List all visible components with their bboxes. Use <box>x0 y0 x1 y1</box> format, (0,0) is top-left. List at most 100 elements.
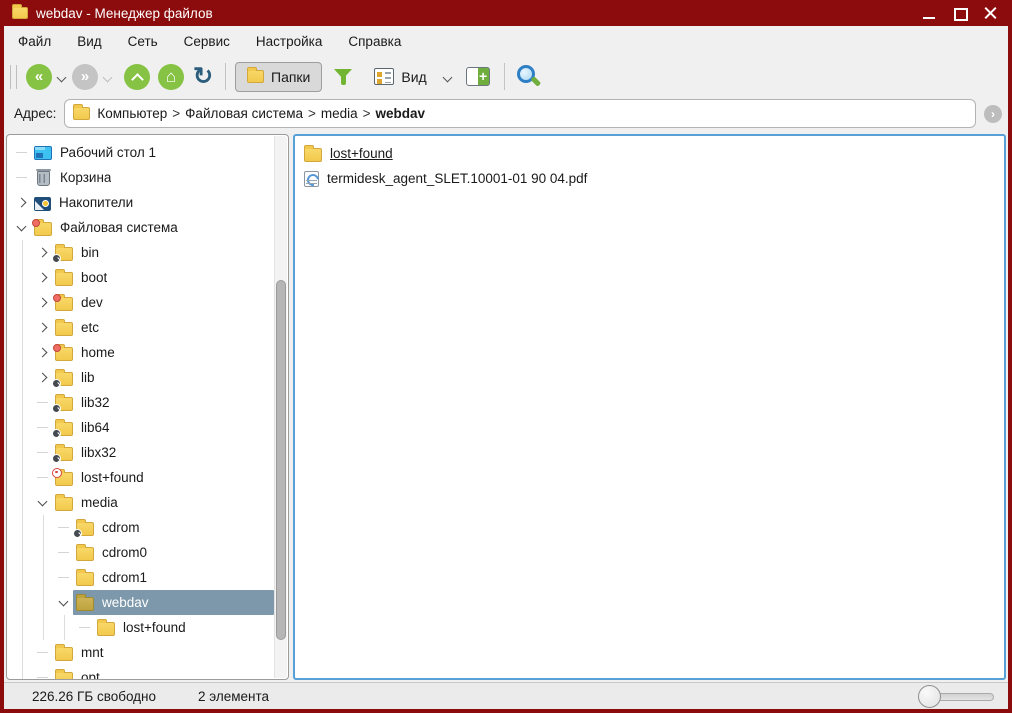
tree-item-body[interactable]: dev <box>52 290 274 315</box>
tree-item-body[interactable]: lost+found <box>94 615 274 640</box>
view-dropdown[interactable] <box>441 64 455 90</box>
minimize-icon[interactable] <box>922 6 936 20</box>
breadcrumb-item-файловая-система[interactable]: Файловая система <box>185 106 303 121</box>
tree-item-cdrom[interactable]: cdrom <box>7 515 274 540</box>
tree-guide-line <box>14 290 35 315</box>
expander-collapsed-icon[interactable] <box>35 240 52 265</box>
tree-item-body[interactable]: home <box>52 340 274 365</box>
tree-item-body[interactable]: libx32 <box>52 440 274 465</box>
tree-item-body[interactable]: Рабочий стол 1 <box>31 140 274 165</box>
forward-button[interactable]: » <box>72 64 98 90</box>
tree-item-cdrom1[interactable]: cdrom1 <box>7 565 274 590</box>
tree-item-lib32[interactable]: lib32 <box>7 390 274 415</box>
folders-toggle-label: Папки <box>271 69 310 85</box>
tree-item-body[interactable]: Накопители <box>31 190 274 215</box>
breadcrumb: Компьютер>Файловая система>media>webdav <box>97 106 425 121</box>
tree-item-body[interactable]: lib64 <box>52 415 274 440</box>
sidebar-scrollbar[interactable] <box>274 136 287 678</box>
zoom-slider-knob[interactable] <box>918 685 941 708</box>
tree-item-body[interactable]: opt <box>52 665 274 679</box>
tree-item-body[interactable]: boot <box>52 265 274 290</box>
back-button[interactable]: « <box>26 64 52 90</box>
tree-item-media[interactable]: media <box>7 490 274 515</box>
expander-collapsed-icon[interactable] <box>35 265 52 290</box>
tree-item-libx32[interactable]: libx32 <box>7 440 274 465</box>
file-item-lost+found[interactable]: lost+found <box>300 141 1004 166</box>
home-button[interactable]: ⌂ <box>158 64 184 90</box>
address-input[interactable]: Компьютер>Файловая система>media>webdav <box>64 99 976 128</box>
file-list-panel: lost+foundtermidesk_agent_SLET.10001-01 … <box>293 134 1006 680</box>
expander-expanded-icon[interactable] <box>35 490 52 515</box>
tree-item-body[interactable]: lib <box>52 365 274 390</box>
expander-collapsed-icon[interactable] <box>35 315 52 340</box>
menu-item-сеть[interactable]: Сеть <box>128 34 158 49</box>
split-view-button[interactable] <box>466 67 490 86</box>
tree-item-etc[interactable]: etc <box>7 315 274 340</box>
tree-item-body[interactable]: cdrom1 <box>73 565 274 590</box>
maximize-icon[interactable] <box>953 6 967 20</box>
back-history-dropdown[interactable] <box>55 64 69 90</box>
menu-item-справка[interactable]: Справка <box>348 34 401 49</box>
tree-item-body[interactable]: Корзина <box>31 165 274 190</box>
tree-item-рабочий-стол-1[interactable]: Рабочий стол 1 <box>7 140 274 165</box>
tree-guide-line <box>14 240 35 265</box>
scrollbar-thumb[interactable] <box>276 280 286 640</box>
tree-item-opt[interactable]: opt <box>7 665 274 679</box>
tree-item-body[interactable]: cdrom0 <box>73 540 274 565</box>
breadcrumb-item-media[interactable]: media <box>321 106 358 121</box>
tree-item-body[interactable]: webdav <box>73 590 274 615</box>
titlebar[interactable]: webdav - Менеджер файлов <box>4 0 1008 26</box>
folder-icon <box>55 347 73 361</box>
tree-item-body[interactable]: lost+found <box>52 465 274 490</box>
tree-item-body[interactable]: media <box>52 490 274 515</box>
search-button[interactable] <box>514 63 541 90</box>
tree-item-body[interactable]: etc <box>52 315 274 340</box>
emblem-sym-icon <box>52 379 61 388</box>
tree-item-bin[interactable]: bin <box>7 240 274 265</box>
tree-item-body[interactable]: cdrom <box>73 515 274 540</box>
tree-item-lost+found[interactable]: lost+found <box>7 615 274 640</box>
tree-item-файловая-система[interactable]: Файловая система <box>7 215 274 240</box>
refresh-button[interactable]: ↻ <box>190 64 216 90</box>
breadcrumb-item-компьютер[interactable]: Компьютер <box>97 106 167 121</box>
tree-item-mnt[interactable]: mnt <box>7 640 274 665</box>
breadcrumb-item-webdav[interactable]: webdav <box>376 106 426 121</box>
expander-collapsed-icon[interactable] <box>35 340 52 365</box>
menu-item-файл[interactable]: Файл <box>18 34 51 49</box>
tree-item-label: lost+found <box>81 470 144 485</box>
tree-item-body[interactable]: Файловая система <box>31 215 274 240</box>
expander-collapsed-icon[interactable] <box>14 190 31 215</box>
tree-item-webdav[interactable]: webdav <box>7 590 274 615</box>
tree-item-корзина[interactable]: Корзина <box>7 165 274 190</box>
menu-item-настройка[interactable]: Настройка <box>256 34 322 49</box>
tree-item-lib64[interactable]: lib64 <box>7 415 274 440</box>
close-icon[interactable] <box>984 6 998 20</box>
filter-button[interactable] <box>332 64 354 90</box>
folder-icon <box>97 622 115 636</box>
folder-icon <box>76 522 94 536</box>
tree-item-body[interactable]: bin <box>52 240 274 265</box>
tree-item-lib[interactable]: lib <box>7 365 274 390</box>
tree-item-boot[interactable]: boot <box>7 265 274 290</box>
tree-item-cdrom0[interactable]: cdrom0 <box>7 540 274 565</box>
go-button[interactable]: › <box>984 105 1002 123</box>
file-item-termidesk-agent-slet-10001-01-90-04-pdf[interactable]: termidesk_agent_SLET.10001-01 90 04.pdf <box>300 166 1004 191</box>
expander-expanded-icon[interactable] <box>14 215 31 240</box>
tree-item-накопители[interactable]: Накопители <box>7 190 274 215</box>
tree-item-home[interactable]: home <box>7 340 274 365</box>
expander-collapsed-icon[interactable] <box>35 365 52 390</box>
expander-collapsed-icon[interactable] <box>35 290 52 315</box>
tree-item-lost+found[interactable]: lost+found <box>7 465 274 490</box>
tree-item-dev[interactable]: dev <box>7 290 274 315</box>
forward-history-dropdown[interactable] <box>101 64 115 90</box>
expander-expanded-icon[interactable] <box>56 590 73 615</box>
tree-item-body[interactable]: mnt <box>52 640 274 665</box>
toolbar-handle[interactable] <box>10 65 17 89</box>
folders-toggle-button[interactable]: Папки <box>235 62 322 92</box>
view-button[interactable]: Вид <box>370 68 430 85</box>
menu-item-вид[interactable]: Вид <box>77 34 101 49</box>
up-button[interactable] <box>124 64 150 90</box>
tree-item-body[interactable]: lib32 <box>52 390 274 415</box>
zoom-slider[interactable] <box>918 685 994 708</box>
menu-item-сервис[interactable]: Сервис <box>184 34 230 49</box>
